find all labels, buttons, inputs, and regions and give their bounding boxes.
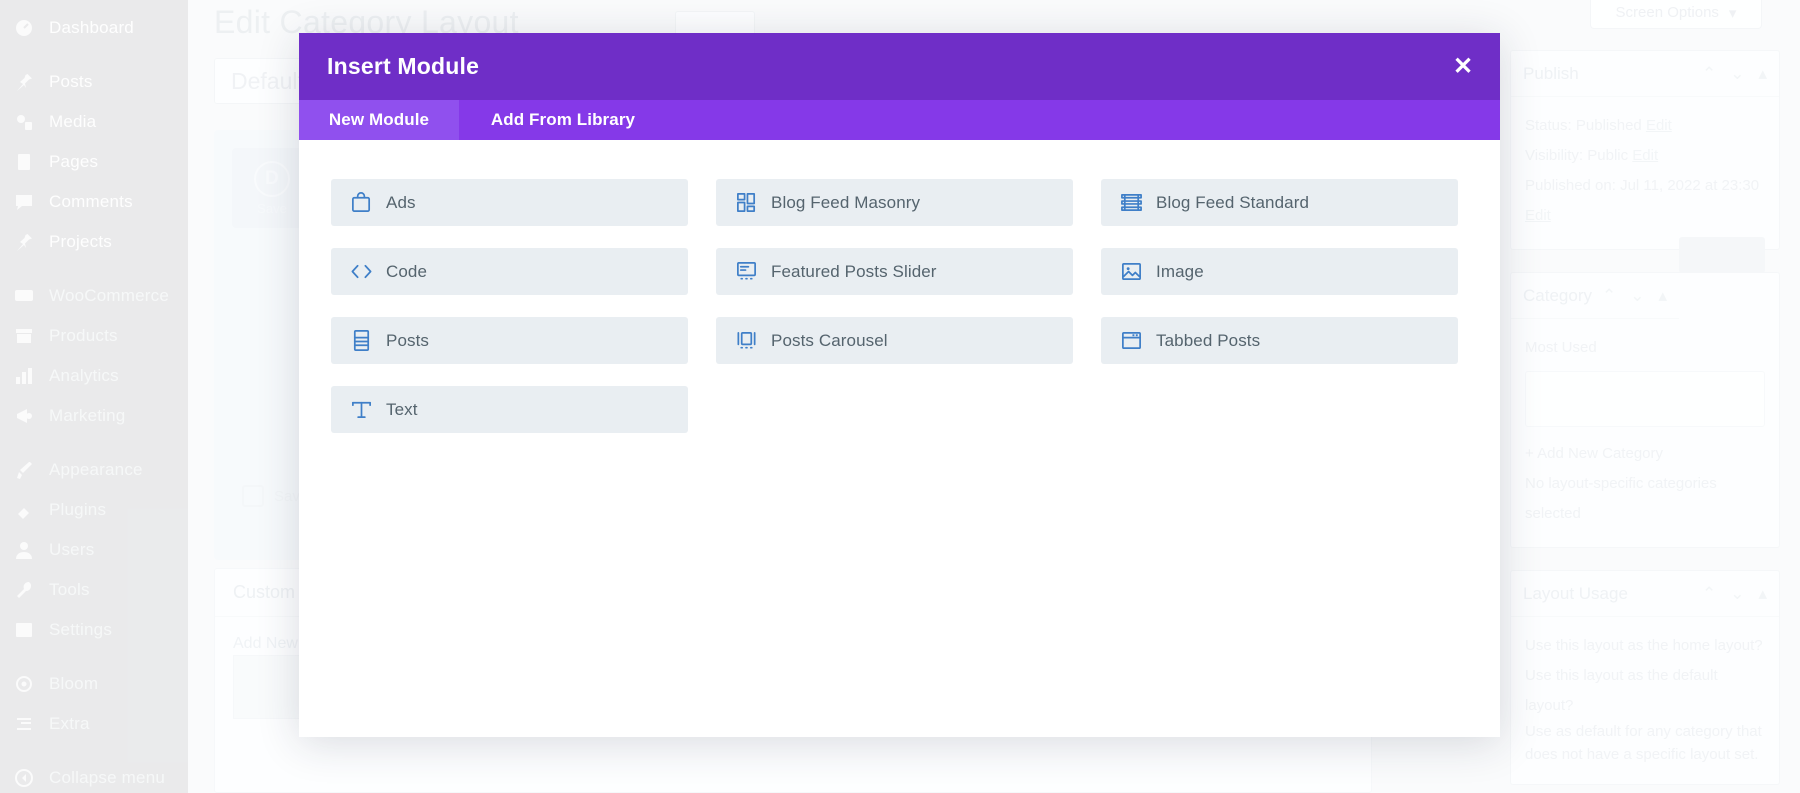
module-item-image[interactable]: Image — [1101, 248, 1458, 295]
module-item-label: Tabbed Posts — [1156, 330, 1261, 350]
module-grid: Ads Blog Feed Masonry Blog Feed Standard Co… — [331, 179, 1468, 433]
text-t-icon — [349, 398, 373, 422]
image-icon — [1119, 260, 1143, 284]
close-icon[interactable]: ✕ — [1448, 52, 1478, 82]
tabbed-window-icon — [1119, 329, 1143, 353]
module-item-label: Ads — [386, 192, 416, 212]
insert-module-modal: Insert Module ✕ New Module Add From Libr… — [299, 33, 1500, 737]
module-item-posts[interactable]: Posts — [331, 317, 688, 364]
masonry-grid-icon — [734, 191, 758, 215]
modal-title: Insert Module — [327, 53, 480, 79]
module-item-label: Blog Feed Standard — [1156, 192, 1310, 212]
module-item-label: Image — [1156, 261, 1204, 281]
module-item-tabbed-posts[interactable]: Tabbed Posts — [1101, 317, 1458, 364]
carousel-icon — [734, 329, 758, 353]
module-item-label: Posts Carousel — [771, 330, 888, 350]
module-item-blog-feed-masonry[interactable]: Blog Feed Masonry — [716, 179, 1073, 226]
modal-body: Ads Blog Feed Masonry Blog Feed Standard Co… — [299, 140, 1500, 737]
module-item-featured-posts-slider[interactable]: Featured Posts Slider — [716, 248, 1073, 295]
module-item-label: Blog Feed Masonry — [771, 192, 921, 212]
tab-new-module[interactable]: New Module — [299, 100, 459, 140]
module-item-ads[interactable]: Ads — [331, 179, 688, 226]
module-item-label: Code — [386, 261, 428, 281]
code-brackets-icon — [349, 260, 373, 284]
module-item-label: Text — [386, 399, 418, 419]
modal-header: Insert Module ✕ — [299, 33, 1500, 100]
module-item-text[interactable]: Text — [331, 386, 688, 433]
module-item-code[interactable]: Code — [331, 248, 688, 295]
module-item-label: Posts — [386, 330, 430, 350]
module-item-posts-carousel[interactable]: Posts Carousel — [716, 317, 1073, 364]
modal-tabs: New Module Add From Library — [299, 100, 1500, 140]
module-item-blog-feed-standard[interactable]: Blog Feed Standard — [1101, 179, 1458, 226]
shopping-bag-icon — [349, 191, 373, 215]
screen-root: DashboardPostsMediaPagesCommentsProjects… — [0, 0, 1800, 793]
posts-list-icon — [349, 329, 373, 353]
featured-slider-icon — [734, 260, 758, 284]
stacked-rows-icon — [1119, 191, 1143, 215]
module-item-label: Featured Posts Slider — [771, 261, 937, 281]
tab-add-from-library[interactable]: Add From Library — [459, 100, 667, 140]
